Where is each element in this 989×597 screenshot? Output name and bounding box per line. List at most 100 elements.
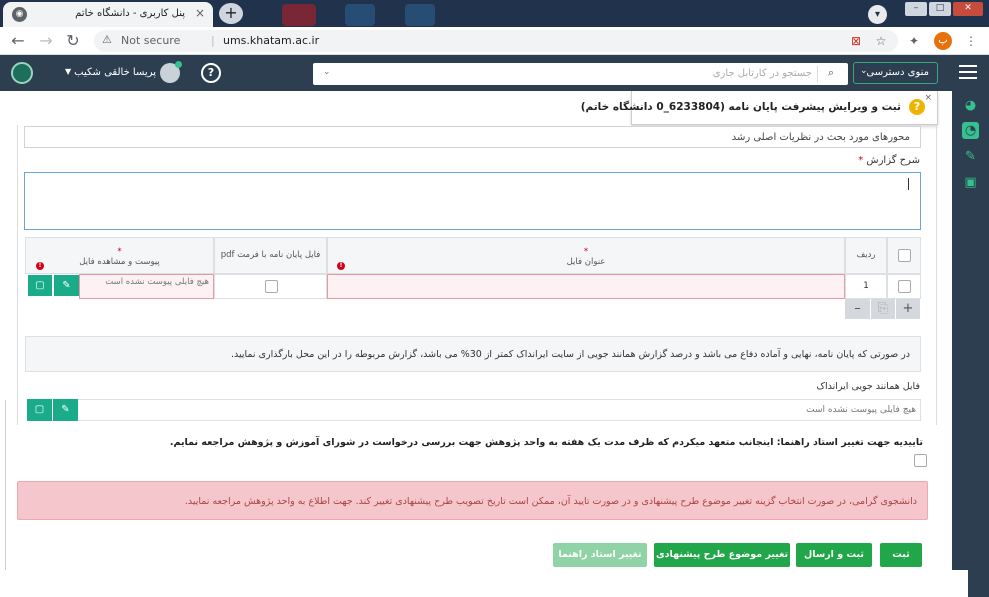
file-title-input[interactable] <box>327 274 845 299</box>
attach-status: هیچ فایلی پیوست نشده است <box>79 274 214 299</box>
dialog-header: ? ثبت و ویرایش پیشرفت پایان نامه (623380… <box>581 91 938 125</box>
similarity-view-button[interactable]: ▢ <box>27 399 52 421</box>
new-tab-button[interactable]: + <box>219 3 243 24</box>
security-status[interactable]: Not secure <box>121 34 180 47</box>
tab-close-icon[interactable]: × <box>195 6 205 20</box>
bookmark-star-icon[interactable]: ☆ <box>873 33 889 49</box>
header-attach-label: * پیوست و مشاهده فایل <box>26 247 213 267</box>
submit-send-button[interactable]: ثبت و ارسال <box>796 543 872 567</box>
window-controls: – □ ✕ <box>905 2 983 16</box>
no-file-text: هیچ فایلی پیوست نشده است <box>105 277 209 287</box>
forward-icon[interactable]: → <box>36 31 56 51</box>
remove-row-button[interactable]: – <box>845 299 870 319</box>
search-icon[interactable]: ⌕ <box>828 66 834 80</box>
header-attach: * پیوست و مشاهده فایل ! <box>25 237 214 274</box>
change-advisor-button[interactable]: تغییر استاد راهنما <box>553 543 647 567</box>
hamburger-menu-icon[interactable] <box>959 65 977 79</box>
advisor-change-confirm-text: تاییدیه جهت تغییر استاد راهنما: اینجانب … <box>169 437 923 448</box>
header-title-label: * عنوان فایل <box>328 247 844 267</box>
app-header: منوی دسترسی ⌄ جستجو در کارتابل جاری ⌕ ⌄ … <box>0 55 989 91</box>
cartable-search-input[interactable]: جستجو در کارتابل جاری ⌕ ⌄ <box>313 63 848 85</box>
similarity-file-field: هیچ فایلی پیوست نشده است <box>27 399 921 421</box>
access-menu-label: منوی دسترسی <box>866 67 929 78</box>
header-row-label: ردیف <box>856 250 876 260</box>
blocked-popup-icon[interactable]: ⊠ <box>848 33 864 49</box>
access-menu-button[interactable]: منوی دسترسی ⌄ <box>853 62 938 84</box>
user-menu[interactable]: پریسا خالقی شکیب ▼ <box>62 61 182 83</box>
required-mark: * <box>858 155 864 166</box>
select-all-checkbox[interactable] <box>898 249 911 262</box>
tab-title: پنل کاربری - دانشگاه خاتم <box>75 8 185 19</box>
browser-toolbar: ← → ↻ ⚠ Not secure | ums.khatam.ac.ir ⊠ … <box>0 27 989 55</box>
required-mark: * <box>583 247 589 257</box>
avatar <box>160 61 182 83</box>
browser-menu-icon[interactable]: ⋮ <box>963 33 979 49</box>
chevron-down-icon[interactable]: ⌄ <box>323 67 331 77</box>
address-bar[interactable]: ⚠ Not secure | ums.khatam.ac.ir <box>94 30 898 52</box>
submit-button[interactable]: ثبت <box>880 543 922 567</box>
add-row-button[interactable]: + <box>896 299 920 319</box>
maximize-icon[interactable]: □ <box>929 2 951 16</box>
upload-file-button[interactable]: ✎ <box>54 275 79 296</box>
window-close-icon[interactable]: ✕ <box>953 2 983 16</box>
help-button[interactable]: ? <box>201 63 221 83</box>
similarity-label: فایل همانند جویی ایرانداک <box>816 381 920 392</box>
browser-tab-bar: ◉ پنل کاربری - دانشگاه خاتم × + ▾ – □ ✕ <box>0 0 989 27</box>
description-label-text: شرح گزارش <box>866 155 920 166</box>
dashboard-chart-icon[interactable]: ◕ <box>962 97 979 114</box>
background-decoration <box>345 4 375 26</box>
header-row: ردیف <box>845 237 887 274</box>
question-icon: ? <box>909 99 925 115</box>
topic-value: محورهای مورد بحث در نظریات اصلی رشد <box>731 132 910 143</box>
error-icon: ! <box>36 262 44 270</box>
row-select-checkbox[interactable] <box>898 280 911 293</box>
search-placeholder: جستجو در کارتابل جاری <box>712 68 812 79</box>
minimize-icon[interactable]: – <box>905 2 927 16</box>
site-favicon-icon: ◉ <box>12 7 27 22</box>
header-attach-text: پیوست و مشاهده فایل <box>79 257 160 267</box>
required-mark: * <box>117 247 122 257</box>
header-pdf-label: فایل پایان نامه با فرمت pdf <box>220 250 321 260</box>
browser-tab[interactable]: ◉ پنل کاربری - دانشگاه خاتم × <box>3 2 213 27</box>
background-decoration <box>282 4 316 26</box>
row-number: 1 <box>845 274 887 299</box>
pdf-cell <box>214 274 327 299</box>
view-file-button[interactable]: ▢ <box>28 275 53 296</box>
header-title: * عنوان فایل ! <box>327 237 845 274</box>
back-icon[interactable]: ← <box>8 31 28 51</box>
header-select-all <box>887 237 921 274</box>
error-icon: ! <box>337 262 345 270</box>
info-text: در صورتی که پایان نامه، نهایی و آماده دف… <box>231 349 910 360</box>
profile-avatar[interactable]: پ <box>934 32 952 50</box>
dialog-title: ثبت و ویرایش پیشرفت پایان نامه (6233804_… <box>580 101 901 113</box>
similarity-no-file-text: هیچ فایلی پیوست نشده است <box>806 405 916 415</box>
description-textarea[interactable] <box>24 172 921 230</box>
page-footer <box>0 570 968 597</box>
header-title-text: عنوان فایل <box>566 257 606 267</box>
copy-row-icon[interactable]: ⎘ <box>871 299 895 319</box>
address-separator: | <box>211 34 215 47</box>
description-label: شرح گزارش * <box>858 155 920 166</box>
background-decoration <box>405 4 435 26</box>
file-table: ردیف * عنوان فایل ! فایل پایان نامه با فر… <box>25 237 921 321</box>
pdf-format-checkbox[interactable] <box>265 280 278 293</box>
info-box: در صورتی که پایان نامه، نهایی و آماده دف… <box>25 336 921 372</box>
advisor-change-confirm-checkbox[interactable] <box>914 454 927 467</box>
extensions-icon[interactable]: ✦ <box>906 33 922 49</box>
similarity-upload-button[interactable]: ✎ <box>53 399 78 421</box>
warning-icon: ⚠ <box>102 33 112 46</box>
search-divider <box>817 66 818 82</box>
reload-icon[interactable]: ↻ <box>63 31 83 51</box>
topic-field[interactable]: محورهای مورد بحث در نظریات اصلی رشد <box>24 126 921 148</box>
cartable-icon[interactable]: ◔ <box>962 122 979 139</box>
user-name: پریسا خالقی شکیب <box>74 67 156 78</box>
report-icon[interactable]: ▣ <box>962 174 979 191</box>
tab-search-icon[interactable]: ▾ <box>868 5 887 24</box>
divider <box>5 400 6 570</box>
change-topic-button[interactable]: تغییر موضوع طرح پیشنهادی <box>654 543 790 567</box>
warning-alert: دانشجوی گرامی، در صورت انتخاب گزینه تغیی… <box>17 481 928 520</box>
chevron-down-icon: ⌄ <box>860 66 868 76</box>
url-text[interactable]: ums.khatam.ac.ir <box>223 34 319 47</box>
dialog-close-icon[interactable]: × <box>924 93 932 103</box>
edit-document-icon[interactable]: ✎ <box>962 148 979 165</box>
